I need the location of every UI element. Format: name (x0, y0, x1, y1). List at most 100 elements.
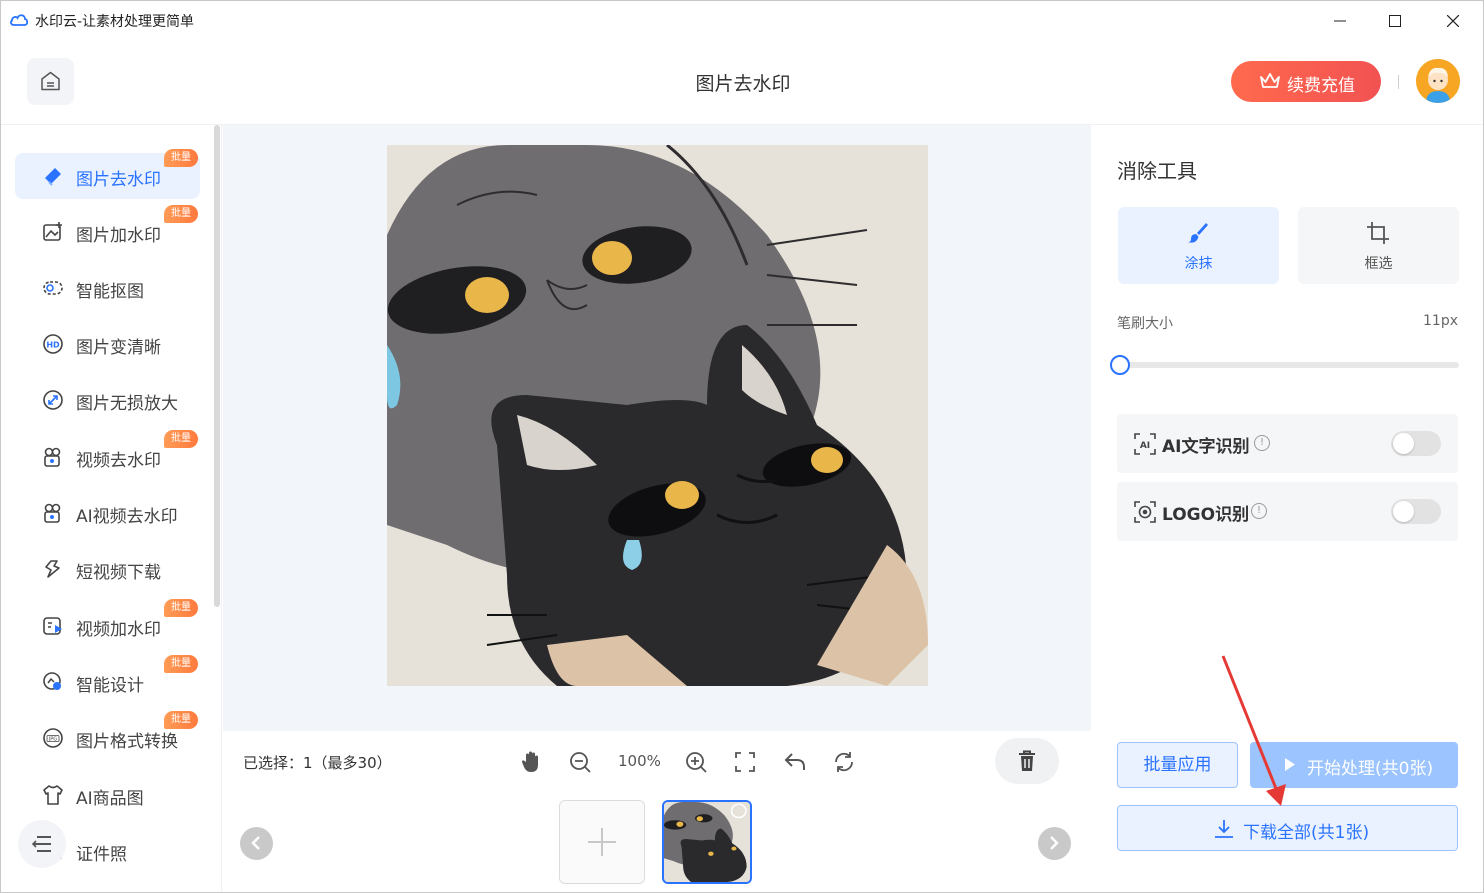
minimize-button[interactable] (1317, 7, 1363, 35)
logo-recognition-toggle[interactable] (1391, 499, 1441, 524)
image-add-icon (43, 222, 62, 241)
ai-text-icon: AI (1134, 433, 1156, 455)
zoom-level: 100% (618, 752, 661, 770)
logo-detect-icon (1134, 501, 1156, 523)
brush-size-slider-thumb[interactable] (1110, 355, 1130, 375)
image-canvas[interactable] (223, 125, 1091, 731)
next-thumbnail-button[interactable] (1038, 827, 1071, 860)
sidebar-item-image-format-convert[interactable]: JPG 图片格式转换 批量 (15, 711, 200, 761)
chevron-right-icon (1050, 836, 1059, 850)
sidebar-item-label: 视频加水印 (76, 620, 161, 640)
maximize-button[interactable] (1372, 7, 1418, 35)
panel-title: 消除工具 (1117, 159, 1197, 183)
image-thumbnail[interactable] (662, 800, 752, 884)
canvas-toolbar: 已选择：1（最多30） 100% (223, 731, 1091, 793)
home-icon (41, 71, 60, 91)
avatar-icon (1416, 59, 1460, 103)
logo-recognition-label: LOGO识别 (1162, 505, 1250, 525)
info-icon[interactable]: ! (1251, 503, 1267, 519)
batch-badge: 批量 (164, 205, 198, 223)
app-header: 图片去水印 续费充值 (1, 41, 1483, 125)
box-select-mode-label: 框选 (1364, 256, 1393, 272)
undo-icon[interactable] (783, 750, 807, 774)
fit-screen-icon[interactable] (733, 750, 757, 774)
sidebar-item-label: 图片无损放大 (76, 394, 178, 414)
sidebar-collapse-button[interactable] (18, 820, 66, 868)
design-icon (43, 672, 61, 690)
brush-mode-button[interactable]: 涂抹 (1118, 207, 1279, 284)
sidebar-item-ai-product-image[interactable]: AI商品图 (15, 772, 200, 818)
sidebar-item-label: 短视频下载 (76, 563, 161, 583)
video-eraser-icon (44, 447, 61, 467)
sidebar-item-image-watermark-removal[interactable]: 图片去水印 批量 (15, 149, 200, 199)
svg-text:AI: AI (1140, 441, 1150, 451)
add-image-button[interactable] (559, 800, 645, 884)
start-processing-button[interactable]: 开始处理(共0张) (1250, 742, 1458, 788)
hand-icon[interactable] (519, 750, 543, 774)
delete-button[interactable] (995, 738, 1059, 784)
brush-size-value: 11px (1423, 313, 1458, 329)
home-button[interactable] (27, 58, 74, 105)
sidebar-scrollbar[interactable] (214, 125, 220, 607)
menu-collapse-icon (32, 836, 51, 852)
sidebar-item-smart-cutout[interactable]: 智能抠图 (15, 265, 200, 311)
prev-thumbnail-button[interactable] (240, 827, 273, 860)
zoom-out-icon[interactable] (568, 750, 592, 774)
start-processing-label: 开始处理(共0张) (1307, 759, 1434, 779)
sidebar-item-short-video-download[interactable]: 短视频下载 (15, 546, 200, 592)
ai-text-recognition-row: AI AI文字识别 ! (1117, 414, 1458, 473)
jpg-icon: JPG (43, 728, 63, 748)
link-icon (45, 560, 60, 578)
trash-icon (1019, 750, 1035, 771)
logo-recognition-row: LOGO识别 ! (1117, 482, 1458, 541)
minimize-icon (1334, 20, 1346, 22)
batch-badge: 批量 (164, 149, 198, 167)
renew-vip-button[interactable]: 续费充值 (1231, 61, 1381, 102)
download-all-label: 下载全部(共1张) (1243, 823, 1370, 843)
close-button[interactable] (1430, 7, 1476, 35)
ai-text-recognition-toggle[interactable] (1391, 431, 1441, 456)
close-icon (1447, 15, 1459, 27)
brush-size-label: 笔刷大小 (1117, 316, 1173, 332)
preview-image[interactable] (387, 145, 928, 686)
crown-icon (1260, 73, 1280, 88)
reset-icon[interactable] (832, 750, 856, 774)
sidebar-item-ai-video-watermark-removal[interactable]: AI视频去水印 (15, 490, 200, 536)
enlarge-icon (43, 390, 63, 410)
zoom-in-icon[interactable] (684, 750, 708, 774)
ai-video-icon (44, 503, 61, 523)
eraser-icon (45, 168, 61, 186)
info-icon[interactable]: ! (1254, 435, 1270, 451)
sidebar-item-label: AI商品图 (76, 789, 144, 809)
sidebar-item-label: 图片格式转换 (76, 732, 178, 752)
play-icon (1285, 758, 1295, 771)
cat-image (387, 145, 928, 686)
sidebar-item-video-add-watermark[interactable]: 视频加水印 批量 (15, 599, 200, 649)
shirt-icon (43, 785, 63, 805)
thumbnail-image (664, 802, 750, 882)
sidebar-item-image-add-watermark[interactable]: 图片加水印 批量 (15, 205, 200, 255)
sidebar-item-image-enlarge[interactable]: 图片无损放大 (15, 377, 200, 423)
batch-badge: 批量 (164, 430, 198, 448)
app-window: 水印云-让素材处理更简单 图片去水印 续费充值 图片去水印 批量 图片加水印 批… (0, 0, 1484, 893)
sidebar-item-image-enhance[interactable]: HD 图片变清晰 (15, 321, 200, 367)
sidebar-item-video-watermark-removal[interactable]: 视频去水印 批量 (15, 430, 200, 480)
sidebar-item-label: 图片加水印 (76, 226, 161, 246)
box-select-mode-button[interactable]: 框选 (1298, 207, 1459, 284)
sidebar-item-label: 智能设计 (76, 676, 144, 696)
user-avatar[interactable] (1416, 59, 1460, 103)
cloud-logo-icon (10, 14, 28, 26)
crop-icon (1367, 222, 1389, 244)
brush-size-slider[interactable] (1120, 362, 1459, 368)
batch-apply-button[interactable]: 批量应用 (1117, 742, 1238, 788)
sidebar-item-label: 证件照 (76, 845, 127, 865)
sidebar-item-label: 智能抠图 (76, 282, 144, 302)
title-bar: 水印云-让素材处理更简单 (1, 1, 1483, 41)
video-add-icon (43, 617, 62, 635)
toggle-knob (1393, 501, 1414, 522)
download-all-button[interactable]: 下载全部(共1张) (1117, 805, 1458, 851)
sidebar-item-smart-design[interactable]: 智能设计 批量 (15, 655, 200, 705)
sidebar-item-label: 图片变清晰 (76, 338, 161, 358)
header-divider (1398, 75, 1399, 89)
renew-vip-label: 续费充值 (1287, 76, 1355, 96)
